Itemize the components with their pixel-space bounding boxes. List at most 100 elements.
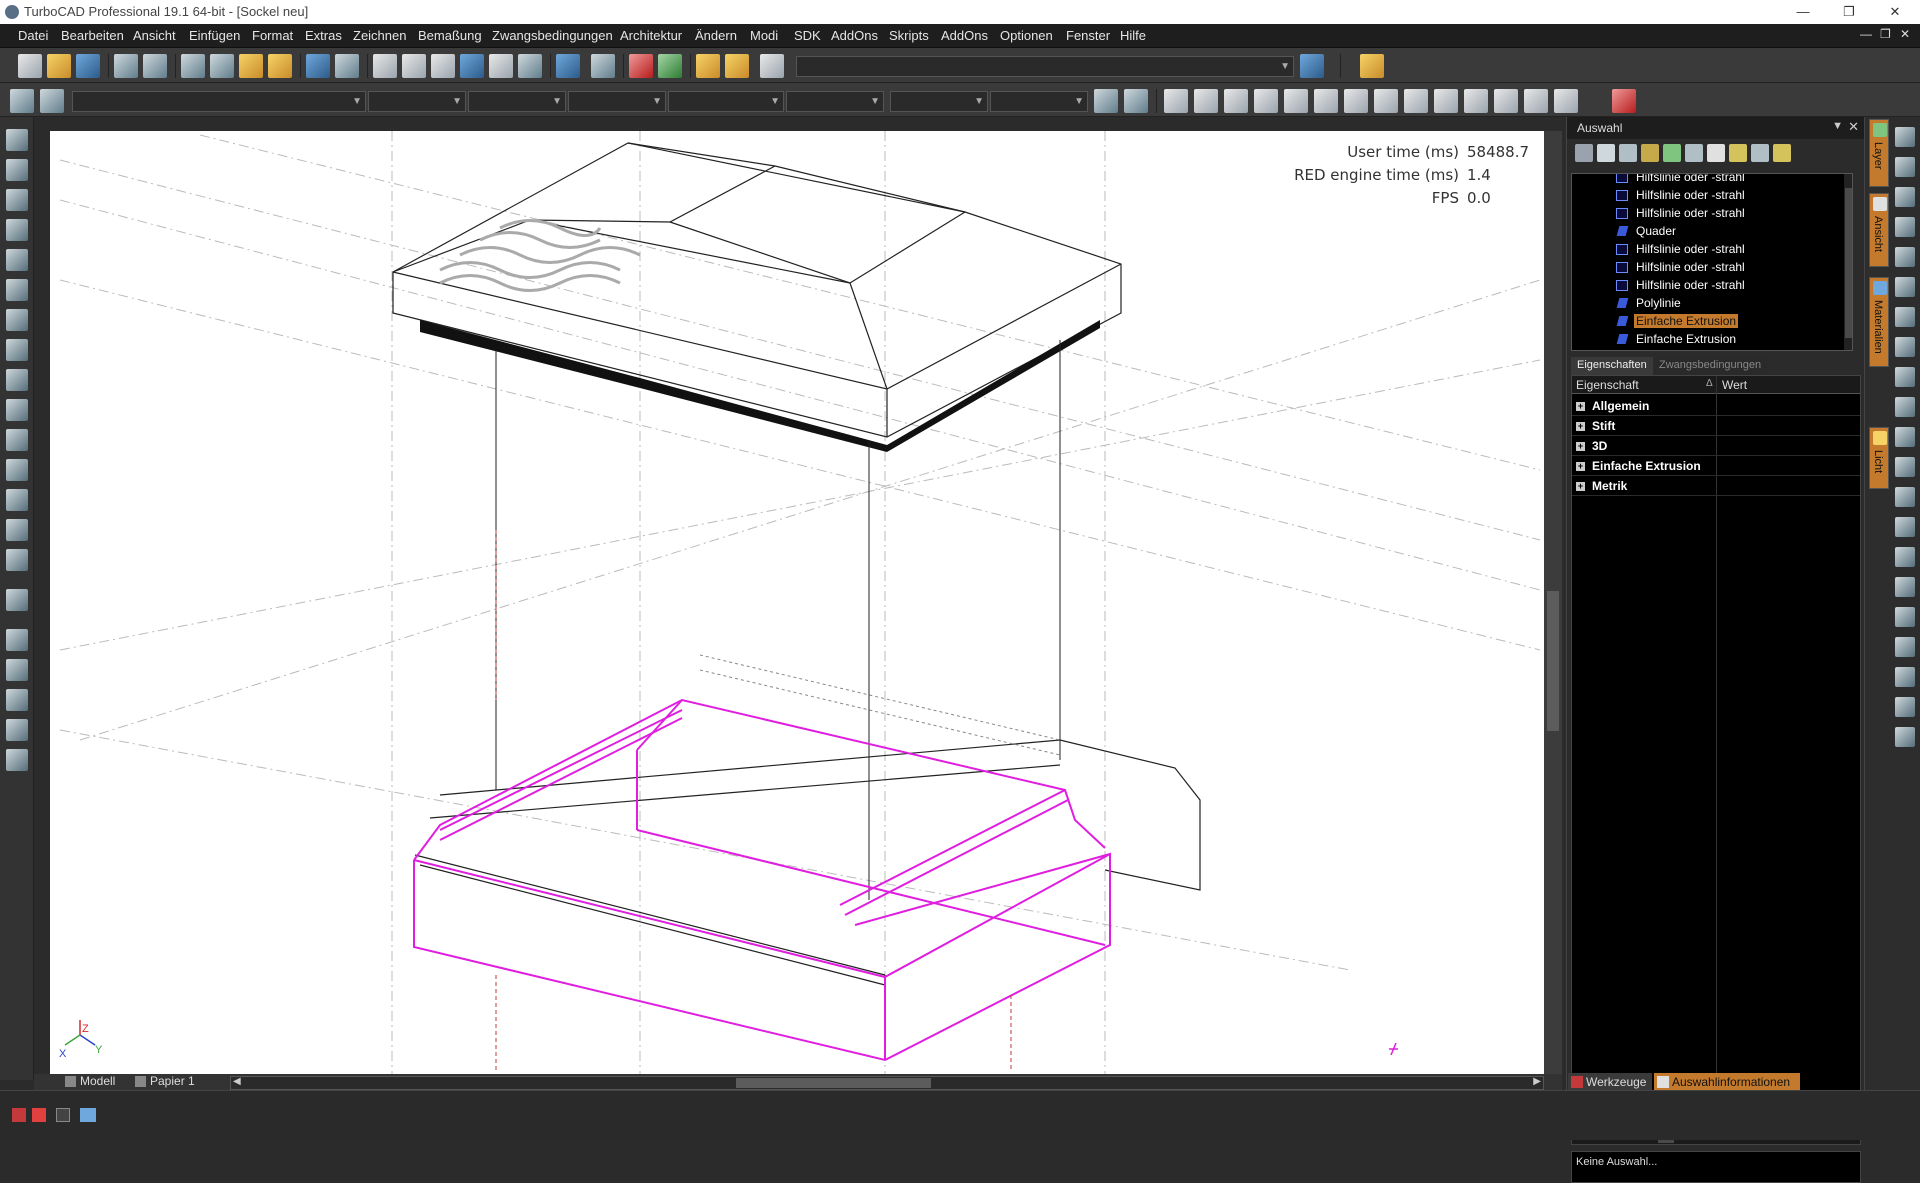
move-icon[interactable] <box>1164 89 1188 113</box>
trim-icon[interactable] <box>1344 89 1368 113</box>
explode-icon[interactable] <box>1494 89 1518 113</box>
tab-papier-1[interactable]: Papier 1 <box>132 1073 195 1090</box>
shape-tool-icon[interactable] <box>6 399 28 421</box>
library-icon[interactable] <box>725 54 749 78</box>
scroll-right-icon[interactable]: ▶ <box>1533 1076 1541 1087</box>
material-filter-icon[interactable] <box>1663 144 1681 162</box>
spell-check-icon[interactable] <box>556 54 580 78</box>
expand-icon[interactable]: + <box>1576 482 1585 491</box>
zoom-extents-icon[interactable] <box>460 54 484 78</box>
snap-icon[interactable] <box>12 1108 26 1122</box>
copy-selection-icon[interactable] <box>1685 144 1703 162</box>
network-icon[interactable] <box>1895 727 1915 747</box>
modify-3d-icon[interactable] <box>6 489 28 511</box>
curve-tool-icon[interactable] <box>6 309 28 331</box>
camera-view-icon[interactable] <box>1895 697 1915 717</box>
layer-combo[interactable]: ▼ <box>72 91 366 112</box>
ruler-icon[interactable] <box>1895 547 1915 567</box>
menu-datei[interactable]: Datei <box>18 28 48 43</box>
print-preview-icon[interactable] <box>143 54 167 78</box>
render-tool-icon[interactable] <box>6 659 28 681</box>
list-item[interactable]: Hilfslinie oder -strahl <box>1572 258 1842 276</box>
tree-scrollbar[interactable] <box>1844 174 1852 350</box>
pencil-icon[interactable] <box>1094 89 1118 113</box>
sun-icon[interactable] <box>1895 487 1915 507</box>
list-item[interactable]: Einfache Extrusion <box>1572 330 1842 348</box>
side-tab-layer[interactable]: Layer <box>1869 119 1889 187</box>
text-tool-icon[interactable] <box>6 339 28 361</box>
fillet-icon[interactable] <box>1434 89 1458 113</box>
menu-addons-2[interactable]: AddOns <box>941 28 988 43</box>
redraw-icon[interactable] <box>518 54 542 78</box>
menu-optionen[interactable]: Optionen <box>1000 28 1053 43</box>
category-metrik[interactable]: + Metrik <box>1572 476 1860 496</box>
selection-tree[interactable]: Hilfslinie oder -strahl Hilfslinie oder … <box>1571 173 1853 351</box>
menu-format[interactable]: Format <box>252 28 293 43</box>
camera-icon[interactable] <box>1895 277 1915 297</box>
table-icon[interactable] <box>1895 367 1915 387</box>
insert-tool-icon[interactable] <box>6 749 28 771</box>
menu-bemassung[interactable]: Bemaßung <box>418 28 482 43</box>
materials-icon[interactable] <box>658 54 682 78</box>
lock-icon[interactable] <box>6 369 28 391</box>
window-icon[interactable] <box>1895 337 1915 357</box>
category-3d[interactable]: +3D <box>1572 436 1860 456</box>
zoom-out-icon[interactable] <box>402 54 426 78</box>
color-combo[interactable]: ▼ <box>368 91 466 112</box>
drawing-viewport[interactable]: Z X Y User time (ms) 58488.7 RED engine t… <box>50 131 1544 1074</box>
tab-modell[interactable]: Modell <box>62 1073 115 1090</box>
close-button[interactable]: ✕ <box>1872 0 1918 24</box>
explorer-icon[interactable] <box>696 54 720 78</box>
list-item[interactable]: Quader <box>1572 222 1842 240</box>
category-einfache-extrusion[interactable]: + Einfache Extrusion <box>1572 456 1860 476</box>
column-header-value[interactable]: Wert <box>1722 378 1747 392</box>
minimize-button[interactable]: — <box>1780 0 1826 24</box>
scroll-thumb[interactable] <box>1547 591 1559 731</box>
menu-sdk[interactable]: SDK <box>794 28 821 43</box>
tab-zwangsbedingungen[interactable]: Zwangsbedingungen <box>1653 357 1768 375</box>
restore-button[interactable]: ❐ <box>1826 0 1872 24</box>
stretch-icon[interactable] <box>1524 89 1548 113</box>
cut-icon[interactable] <box>181 54 205 78</box>
menu-fenster[interactable]: Fenster <box>1066 28 1110 43</box>
block-tool-icon[interactable] <box>6 719 28 741</box>
help-pointer-icon[interactable] <box>1300 54 1324 78</box>
expand-icon[interactable]: + <box>1576 442 1585 451</box>
linewidth-combo[interactable]: ▼ <box>568 91 666 112</box>
offset-icon[interactable] <box>1314 89 1338 113</box>
mirror-icon[interactable] <box>1254 89 1278 113</box>
undo-icon[interactable] <box>306 54 330 78</box>
menu-architektur[interactable]: Architektur <box>620 28 682 43</box>
layer-settings-icon[interactable] <box>40 89 64 113</box>
scale-icon[interactable] <box>1224 89 1248 113</box>
sort-icon[interactable] <box>1751 144 1769 162</box>
menu-aendern[interactable]: Ändern <box>695 28 737 43</box>
globe-icon[interactable] <box>1895 667 1915 687</box>
category-stift[interactable]: + Stift <box>1572 416 1860 436</box>
redo-icon[interactable] <box>335 54 359 78</box>
menu-zwangsbedingungen[interactable]: Zwangsbedingungen <box>492 28 613 43</box>
group-icon[interactable] <box>1895 427 1915 447</box>
edit-tool-icon[interactable] <box>6 159 28 181</box>
measure-icon[interactable] <box>6 589 28 611</box>
arc-tool-icon[interactable] <box>6 279 28 301</box>
viewport-vertical-scrollbar[interactable] <box>1544 131 1562 1074</box>
expand-icon[interactable]: + <box>1576 422 1585 431</box>
menu-hilfe[interactable]: Hilfe <box>1120 28 1146 43</box>
cancel-icon[interactable] <box>32 1108 46 1122</box>
expand-icon[interactable]: + <box>1576 462 1585 471</box>
hatch-icon[interactable] <box>6 519 28 541</box>
menu-skripts[interactable]: Skripts <box>889 28 929 43</box>
command-combo[interactable]: ▼ <box>796 56 1294 77</box>
side-tab-licht[interactable]: Licht <box>1869 427 1889 489</box>
scroll-thumb[interactable] <box>1845 188 1852 338</box>
mdi-restore-button[interactable]: ❐ <box>1880 27 1891 41</box>
library-tool-icon[interactable] <box>6 629 28 651</box>
zoom-page-icon[interactable] <box>489 54 513 78</box>
sphere-icon[interactable] <box>1895 517 1915 537</box>
open-file-icon[interactable] <box>47 54 71 78</box>
join-icon[interactable] <box>1464 89 1488 113</box>
print-icon[interactable] <box>114 54 138 78</box>
menu-addons-1[interactable]: AddOns <box>831 28 878 43</box>
window-cascade-icon[interactable] <box>1360 54 1384 78</box>
